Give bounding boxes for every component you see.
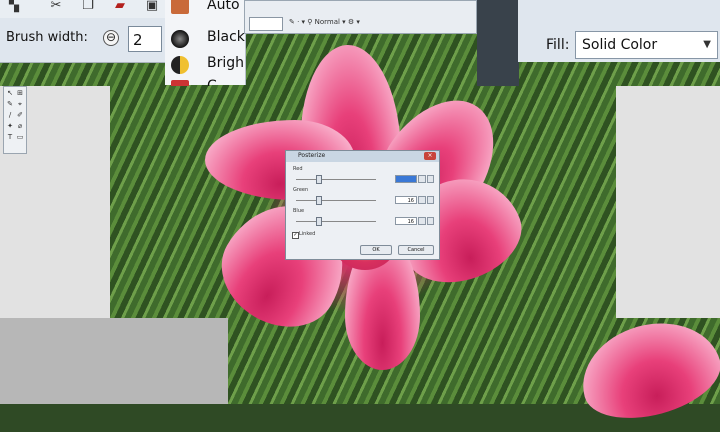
tool-pencil[interactable]: ✎ bbox=[6, 100, 14, 108]
tool-brush[interactable]: ✐ bbox=[16, 111, 24, 119]
close-button[interactable]: × bbox=[424, 152, 436, 160]
layer-name-field[interactable] bbox=[249, 17, 283, 31]
layer-window: ✎ · ▾ ⚲ Normal ▾ ⚙ ▾ bbox=[244, 0, 477, 34]
menu-item-label: Black bbox=[207, 29, 245, 45]
tool-text[interactable]: T bbox=[6, 133, 14, 141]
black-white-icon bbox=[171, 30, 189, 48]
brush-width-decrement-button[interactable]: ⊖ bbox=[103, 30, 119, 46]
menu-item-label: Brigh bbox=[207, 55, 245, 71]
menu-item-label: C bbox=[207, 78, 217, 86]
right-canvas-panel bbox=[616, 86, 720, 318]
blue-spin-button[interactable] bbox=[418, 217, 426, 225]
green-slider-track[interactable] bbox=[296, 200, 376, 201]
green-value-input[interactable]: 16 bbox=[395, 196, 417, 204]
brush-width-input[interactable]: 2 bbox=[128, 26, 162, 52]
chevron-down-icon: ▼ bbox=[703, 39, 711, 50]
paste-icon[interactable]: ▰ bbox=[112, 0, 128, 12]
tool-clone[interactable]: ⌀ bbox=[16, 122, 24, 130]
menu-item-brightness[interactable]: Brigh bbox=[165, 52, 245, 78]
dialog-title: Posterize bbox=[298, 152, 326, 159]
blue-slider-track[interactable] bbox=[296, 221, 376, 222]
menu-item-label: Auto bbox=[207, 0, 240, 13]
brightness-icon bbox=[171, 56, 189, 74]
bottom-left-panel bbox=[0, 318, 228, 404]
crop-icon[interactable]: ▣ bbox=[144, 0, 160, 12]
copy-icon[interactable]: ❐ bbox=[80, 0, 96, 12]
tool-picker[interactable]: ⌖ bbox=[16, 100, 24, 108]
tool-grid[interactable]: ⊞ bbox=[16, 89, 24, 97]
brush-icon[interactable]: ▚ bbox=[6, 0, 22, 12]
tool-rectangle[interactable]: ▭ bbox=[16, 133, 24, 141]
curves-icon bbox=[171, 80, 189, 86]
green-reset-button[interactable] bbox=[427, 196, 434, 204]
menu-item-black-white[interactable]: Black bbox=[165, 26, 245, 52]
blue-label: Blue bbox=[293, 208, 305, 214]
green-label: Green bbox=[293, 187, 309, 193]
linked-checkbox[interactable]: ✓ bbox=[292, 232, 299, 239]
scissors-icon[interactable]: ✂ bbox=[48, 0, 64, 12]
blue-slider-thumb[interactable] bbox=[316, 217, 322, 226]
tool-line[interactable]: / bbox=[6, 111, 14, 119]
brush-width-label: Brush width: bbox=[6, 30, 88, 45]
red-slider-track[interactable] bbox=[296, 179, 376, 180]
blue-reset-button[interactable] bbox=[427, 217, 434, 225]
auto-level-icon bbox=[171, 0, 189, 14]
blue-value-input[interactable]: 16 bbox=[395, 217, 417, 225]
brush-toolbar: ▚ ✂ ❐ ▰ ▣ Brush width: ⊖ 2 bbox=[0, 0, 165, 63]
dialog-title-bar[interactable]: Posterize × bbox=[286, 151, 439, 162]
red-slider-thumb[interactable] bbox=[316, 175, 322, 184]
menu-item-auto-level[interactable]: Auto bbox=[165, 0, 245, 26]
linked-label: Linked bbox=[299, 231, 316, 237]
posterize-dialog: Posterize × Red Green 16 Blue 16 ✓ Linke… bbox=[285, 150, 440, 260]
red-spin-button[interactable] bbox=[418, 175, 426, 183]
fill-label: Fill: bbox=[546, 37, 570, 53]
adjustments-menu: Auto Black Brigh C bbox=[165, 0, 246, 86]
tool-select[interactable]: ↖ bbox=[6, 89, 14, 97]
fill-style-select[interactable]: Solid Color ▼ bbox=[575, 31, 718, 59]
toolbar-icon-row: ▚ ✂ ❐ ▰ ▣ bbox=[0, 0, 165, 18]
menu-item-curves[interactable]: C bbox=[165, 78, 245, 86]
red-value-input[interactable] bbox=[395, 175, 417, 183]
red-reset-button[interactable] bbox=[427, 175, 434, 183]
fill-style-value: Solid Color bbox=[582, 37, 658, 53]
green-slider-thumb[interactable] bbox=[316, 196, 322, 205]
ok-button[interactable]: OK bbox=[360, 245, 392, 255]
window-divider bbox=[477, 0, 519, 86]
green-spin-button[interactable] bbox=[418, 196, 426, 204]
tool-magic[interactable]: ✦ bbox=[6, 122, 14, 130]
red-label: Red bbox=[293, 166, 303, 172]
cancel-button[interactable]: Cancel bbox=[398, 245, 434, 255]
blend-mode-row[interactable]: ✎ · ▾ ⚲ Normal ▾ ⚙ ▾ bbox=[289, 18, 360, 26]
tools-window[interactable]: ↖ ⊞ ✎ ⌖ / ✐ ✦ ⌀ T ▭ bbox=[3, 86, 27, 154]
